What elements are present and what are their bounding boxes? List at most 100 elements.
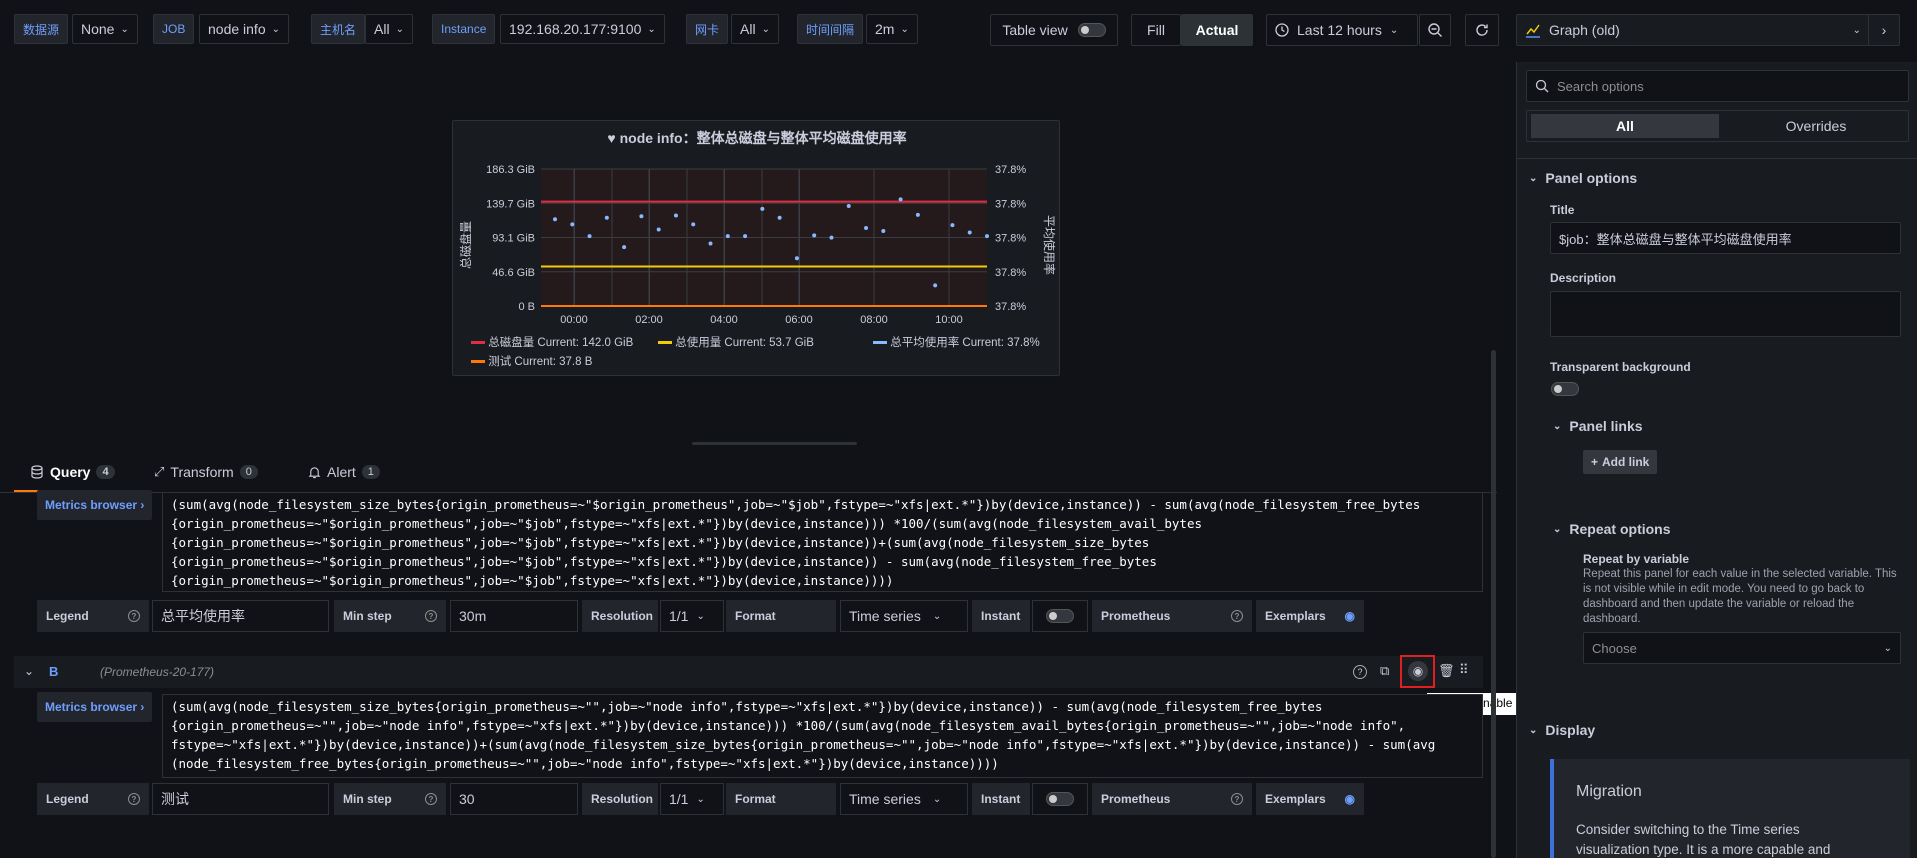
display-section[interactable]: ⌄ Display <box>1529 722 1595 738</box>
add-link-button[interactable]: + Add link <box>1583 450 1658 474</box>
tab-overrides[interactable]: Overrides <box>1722 114 1910 138</box>
legend-item[interactable]: 总平均使用率 Current: 37.8% <box>873 334 1040 350</box>
data-point <box>708 241 713 246</box>
legend-label: Legend? <box>37 783 149 815</box>
repeat-help-text: Repeat this panel for each value in the … <box>1583 568 1897 625</box>
legend-item[interactable]: 总磁盘量 Current: 142.0 GiB <box>471 334 633 350</box>
instant-switch[interactable] <box>1046 792 1074 806</box>
tab-all[interactable]: All <box>1531 114 1719 138</box>
format-label: Format <box>726 600 836 632</box>
refresh-button[interactable] <box>1465 14 1499 46</box>
query-scrollbar[interactable] <box>1491 350 1496 858</box>
min-step-input[interactable]: 30m <box>450 600 578 632</box>
collapse-options-button[interactable]: › <box>1868 14 1900 46</box>
query-line: (sum(avg(node_filesystem_size_bytes{orig… <box>171 497 1421 512</box>
query-editor-a[interactable]: (sum(avg(node_filesystem_size_bytes{orig… <box>162 492 1483 592</box>
legend-input[interactable]: 总平均使用率 <box>152 600 329 632</box>
data-point <box>794 256 799 261</box>
prometheus-label: Prometheus? <box>1092 600 1252 632</box>
time-range-picker[interactable]: Last 12 hours ⌄ <box>1266 14 1418 46</box>
trash-icon[interactable]: 🗑 <box>1438 663 1455 679</box>
var-label-hostname: 主机名 <box>311 14 366 44</box>
chevron-down-icon: ⌄ <box>395 23 404 35</box>
panel-links-section[interactable]: ⌄ Panel links <box>1553 418 1643 434</box>
var-select-instance[interactable]: 192.168.20.177:9100 ⌄ <box>500 14 665 44</box>
info-icon: ? <box>425 610 437 622</box>
format-select[interactable]: Time series ⌄ <box>840 600 968 632</box>
panel-options-section[interactable]: ⌄ Panel options <box>1529 170 1637 186</box>
var-select-datasource[interactable]: None ⌄ <box>72 14 138 44</box>
eye-icon[interactable]: ◉ <box>1345 792 1355 806</box>
data-point <box>587 234 592 239</box>
var-value: All <box>740 21 756 37</box>
tab-alert[interactable]: Alert 1 <box>308 464 380 480</box>
format-value: Time series <box>849 608 921 624</box>
help-icon[interactable]: ? <box>1353 665 1367 679</box>
description-textarea[interactable] <box>1550 291 1901 337</box>
min-step-label: Min step? <box>334 600 446 632</box>
format-label: Format <box>726 783 836 815</box>
repeat-options-section[interactable]: ⌄ Repeat options <box>1553 521 1671 537</box>
transparent-switch[interactable] <box>1551 382 1579 396</box>
legend-item[interactable]: 测试 Current: 37.8 B <box>471 353 592 369</box>
search-icon <box>1535 79 1549 93</box>
instant-toggle[interactable] <box>1032 783 1088 815</box>
format-select[interactable]: Time series ⌄ <box>840 783 968 815</box>
legend-name: 总使用量 <box>675 337 722 349</box>
choose-placeholder: Choose <box>1592 640 1637 656</box>
query-editor-b[interactable]: (sum(avg(node_filesystem_size_bytes{orig… <box>162 694 1483 778</box>
min-step-label: Min step? <box>334 783 446 815</box>
search-options-input[interactable]: Search options <box>1526 70 1909 102</box>
data-point <box>829 235 834 240</box>
actual-button[interactable]: Actual <box>1181 14 1253 46</box>
var-select-interval[interactable]: 2m ⌄ <box>866 14 918 44</box>
chevron-down-icon: ⌄ <box>271 23 280 35</box>
chart-panel[interactable]: ♥ node info：整体总磁盘与整体平均磁盘使用率 186.3 GiB 139… <box>452 120 1060 376</box>
metrics-browser-button[interactable]: Metrics browser › <box>37 490 153 520</box>
table-view-toggle[interactable]: Table view <box>990 14 1118 46</box>
legend-item[interactable]: 总使用量 Current: 53.7 GiB <box>658 334 814 350</box>
x-tick-label: 00:00 <box>560 314 588 326</box>
data-point <box>760 206 765 211</box>
graph-icon <box>1526 24 1540 38</box>
visualization-picker[interactable]: Graph (old) ⌄ <box>1516 14 1872 46</box>
instant-switch[interactable] <box>1046 609 1074 623</box>
metrics-browser-button[interactable]: Metrics browser › <box>37 692 153 722</box>
resolution-value: 1/1 <box>669 791 689 807</box>
legend-input[interactable]: 测试 <box>152 783 329 815</box>
data-point <box>691 222 696 227</box>
repeat-variable-select[interactable]: Choose ⌄ <box>1583 632 1901 664</box>
database-icon <box>31 465 43 479</box>
min-step-input[interactable]: 30 <box>450 783 578 815</box>
y-tick-label-left: 139.7 GiB <box>486 198 535 210</box>
tab-transform[interactable]: ⤢ Transform 0 <box>154 464 258 480</box>
toggle-query-button[interactable]: ◉ <box>1400 655 1435 688</box>
time-range-label: Last 12 hours <box>1297 22 1382 38</box>
data-point <box>673 213 678 218</box>
eye-icon[interactable]: ◉ <box>1345 609 1355 623</box>
collapse-chevron-icon[interactable]: ⌄ <box>24 664 34 678</box>
resolution-value: 1/1 <box>669 608 689 624</box>
data-point <box>881 228 886 233</box>
var-select-nic[interactable]: All ⌄ <box>731 14 779 44</box>
options-pane: Search options All Overrides ⌄ Panel opti… <box>1516 62 1917 858</box>
resize-handle[interactable] <box>692 442 857 445</box>
resolution-select[interactable]: 1/1 ⌄ <box>660 600 724 632</box>
fill-button[interactable]: Fill <box>1131 14 1181 46</box>
tab-query[interactable]: Query 4 <box>30 464 115 480</box>
var-select-hostname[interactable]: All ⌄ <box>365 14 413 44</box>
legend-label: Legend? <box>37 600 149 632</box>
drag-handle-icon[interactable]: ⠿ <box>1459 662 1468 678</box>
legend-value: Current: 142.0 GiB <box>537 337 634 349</box>
var-select-job[interactable]: node info ⌄ <box>199 14 289 44</box>
query-b-header[interactable] <box>14 656 1483 688</box>
y-tick-label-right: 37.8% <box>995 267 1026 279</box>
duplicate-icon[interactable]: ⧉ <box>1380 663 1389 679</box>
resolution-select[interactable]: 1/1 ⌄ <box>660 783 724 815</box>
tab-count-badge: 4 <box>96 465 115 479</box>
table-view-switch[interactable] <box>1077 23 1106 37</box>
chevron-down-icon: ⌄ <box>900 23 909 35</box>
instant-toggle[interactable] <box>1032 600 1088 632</box>
title-input[interactable]: $job：整体总磁盘与整体平均磁盘使用率 <box>1550 222 1901 254</box>
zoom-out-button[interactable] <box>1419 14 1451 46</box>
